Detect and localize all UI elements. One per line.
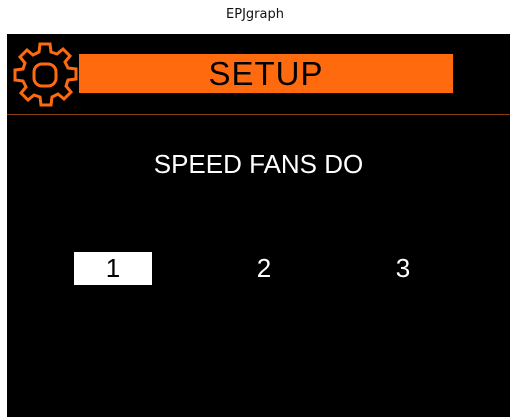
setting-prompt: SPEED FANS DO	[153, 149, 364, 179]
option-2[interactable]: 2	[225, 252, 303, 285]
window-title: EPJgraph	[0, 0, 510, 34]
option-1[interactable]: 1	[74, 252, 152, 285]
gear-icon	[13, 42, 78, 107]
header-divider	[7, 114, 510, 115]
option-3[interactable]: 3	[364, 252, 442, 285]
display-screen: SETUP SPEED FANS DO 1 2 3	[7, 34, 510, 417]
header-bar: SETUP	[79, 54, 453, 93]
header-title: SETUP	[208, 55, 324, 92]
